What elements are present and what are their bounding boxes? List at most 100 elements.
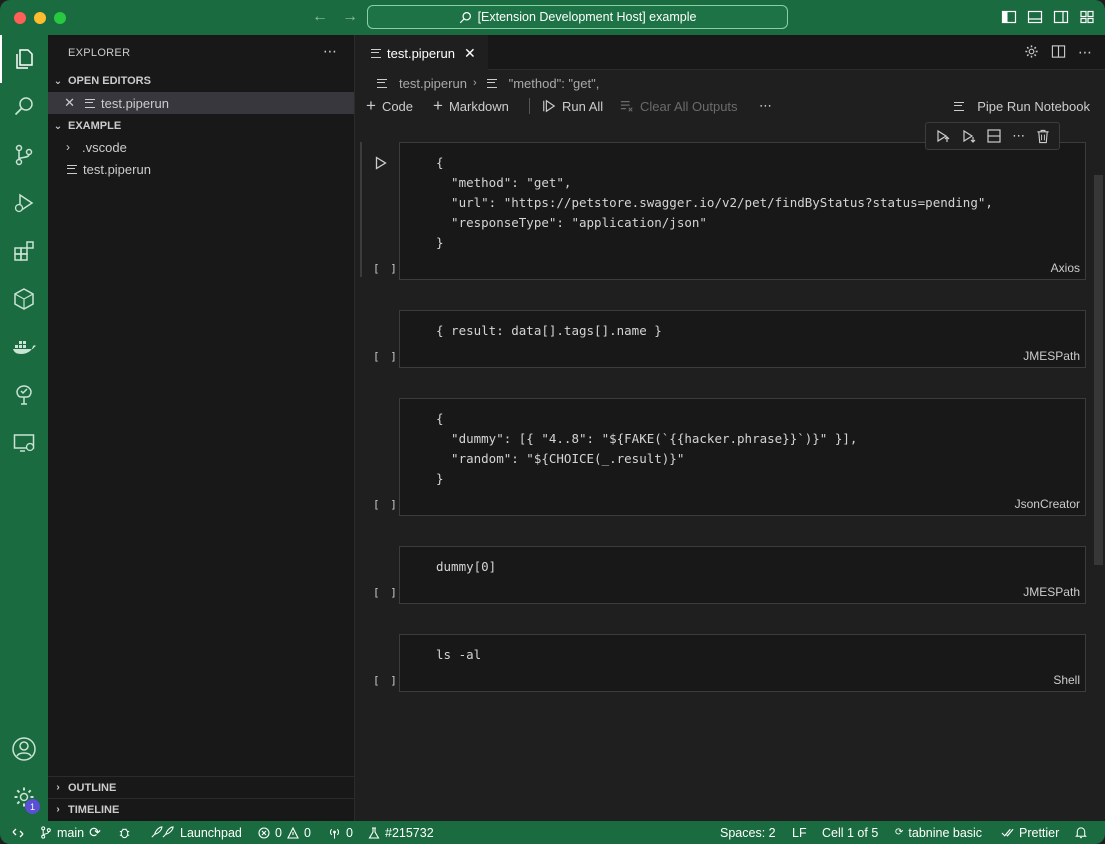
cell-editor[interactable]: dummy[0] JMESPath xyxy=(399,546,1086,604)
open-editor-item[interactable]: ✕ test.piperun xyxy=(48,92,354,114)
run-cell-button[interactable] xyxy=(375,156,387,170)
notebook-cell-3[interactable]: [ ] { "dummy": [{ "4..8": "${FAKE(`{{hac… xyxy=(355,398,1105,516)
execution-count: [ ] xyxy=(373,350,399,363)
git-graph-status[interactable] xyxy=(118,821,131,844)
tree-item-vscode[interactable]: › .vscode xyxy=(48,136,354,158)
prettier-status[interactable]: Prettier xyxy=(1001,821,1059,844)
cell-code[interactable]: dummy[0] xyxy=(436,557,496,577)
navigation-arrows: ← → xyxy=(312,8,358,26)
toggle-primary-sidebar-icon[interactable] xyxy=(1001,9,1017,25)
cell-language-label[interactable]: JMESPath xyxy=(1023,349,1080,363)
cell-code[interactable]: ls -al xyxy=(436,645,481,665)
problems-status[interactable]: 0 0 xyxy=(258,821,311,844)
window-controls xyxy=(14,12,66,24)
more-actions-icon[interactable]: ⋯ xyxy=(1078,44,1093,61)
more-actions-icon[interactable]: ⋯ xyxy=(1012,128,1026,144)
add-markdown-cell-button[interactable]: + Markdown xyxy=(433,95,509,117)
split-cell-icon[interactable] xyxy=(986,128,1002,144)
kernel-picker[interactable]: Pipe Run Notebook xyxy=(954,95,1090,117)
split-editor-icon[interactable] xyxy=(1051,44,1066,61)
editor-scrollbar[interactable] xyxy=(1094,175,1103,565)
command-center[interactable]: [Extension Development Host] example xyxy=(367,5,788,29)
tree-item-test-piperun[interactable]: test.piperun xyxy=(48,158,354,180)
execution-count: [ ] xyxy=(373,674,399,687)
close-window-button[interactable] xyxy=(14,12,26,24)
minimize-window-button[interactable] xyxy=(34,12,46,24)
more-actions-icon[interactable]: ⋯ xyxy=(759,95,773,117)
chevron-down-icon: ⌄ xyxy=(53,120,63,132)
outline-header[interactable]: › OUTLINE xyxy=(48,776,354,798)
cell-editor[interactable]: ls -al Shell xyxy=(399,634,1086,692)
clear-all-outputs-button[interactable]: Clear All Outputs xyxy=(620,95,738,117)
cell-position-status[interactable]: Cell 1 of 5 xyxy=(822,821,878,844)
tabnine-status[interactable]: ⟳ tabnine basic xyxy=(895,821,982,844)
close-tab-icon[interactable]: ✕ xyxy=(464,45,476,62)
remote-indicator[interactable] xyxy=(12,821,24,844)
search-activity[interactable] xyxy=(0,83,48,131)
remote-icon xyxy=(12,827,24,839)
manage-activity[interactable]: 1 xyxy=(0,773,48,821)
prettier-label: Prettier xyxy=(1019,825,1060,840)
cell-editor[interactable]: { "dummy": [{ "4..8": "${FAKE(`{{hacker.… xyxy=(399,398,1086,516)
breadcrumb-symbol[interactable]: "method": "get", xyxy=(509,76,600,91)
toggle-secondary-sidebar-icon[interactable] xyxy=(1053,9,1069,25)
extensions-activity[interactable] xyxy=(0,227,48,275)
run-all-button[interactable]: Run All xyxy=(542,95,603,117)
double-check-icon xyxy=(1001,828,1014,838)
cell-code[interactable]: { result: data[].tags[].name } xyxy=(436,321,662,341)
toggle-panel-icon[interactable] xyxy=(1027,9,1043,25)
launchpad-status[interactable]: Launchpad xyxy=(149,821,242,844)
workspace-header[interactable]: ⌄ EXAMPLE xyxy=(48,115,354,137)
branch-status[interactable]: main ⟳ xyxy=(40,821,101,844)
breadcrumb-file[interactable]: test.piperun xyxy=(399,76,467,91)
open-editors-header[interactable]: ⌄ OPEN EDITORS xyxy=(48,70,354,92)
chevron-down-icon: ⌄ xyxy=(53,75,63,87)
notebook-cell-2[interactable]: [ ] { result: data[].tags[].name } JMESP… xyxy=(355,310,1105,368)
timeline-header[interactable]: › TIMELINE xyxy=(48,798,354,820)
chevron-right-icon: › xyxy=(56,804,60,815)
docker-icon xyxy=(11,335,37,359)
more-actions-icon[interactable]: ⋯ xyxy=(323,43,338,60)
notebook-cell-1[interactable]: [ ] { "method": "get", "url": "https://p… xyxy=(355,142,1105,280)
execute-below-icon[interactable] xyxy=(961,128,977,144)
remote-activity[interactable] xyxy=(0,419,48,467)
trash-icon[interactable] xyxy=(1036,129,1050,144)
back-arrow-icon[interactable]: ← xyxy=(312,8,328,26)
run-debug-activity[interactable] xyxy=(0,179,48,227)
tab-test-piperun[interactable]: test.piperun ✕ xyxy=(355,35,488,70)
cell-editor[interactable]: { "method": "get", "url": "https://petst… xyxy=(399,142,1086,280)
code-line: { xyxy=(436,155,444,170)
add-code-cell-button[interactable]: + Code xyxy=(366,95,413,117)
notebook-icon xyxy=(954,101,965,111)
cell-language-label[interactable]: Axios xyxy=(1051,261,1080,275)
notifications-status[interactable] xyxy=(1075,821,1087,844)
close-icon[interactable]: ✕ xyxy=(48,95,75,111)
explorer-activity[interactable] xyxy=(0,35,48,83)
ports-status[interactable]: 0 xyxy=(328,821,353,844)
cell-code[interactable]: { "method": "get", "url": "https://petst… xyxy=(436,153,993,253)
cell-editor[interactable]: { result: data[].tags[].name } JMESPath xyxy=(399,310,1086,368)
issue-status[interactable]: #215732 xyxy=(368,821,434,844)
cell-language-label[interactable]: JMESPath xyxy=(1023,585,1080,599)
accounts-activity[interactable] xyxy=(0,725,48,773)
docker-activity[interactable] xyxy=(0,323,48,371)
eol-status[interactable]: LF xyxy=(792,821,807,844)
cell-language-label[interactable]: JsonCreator xyxy=(1015,497,1080,511)
sync-icon[interactable]: ⟳ xyxy=(89,824,101,841)
activity-bar: 1 xyxy=(0,35,48,821)
gear-icon[interactable] xyxy=(1024,44,1039,61)
source-control-activity[interactable] xyxy=(0,131,48,179)
maximize-window-button[interactable] xyxy=(54,12,66,24)
notebook-cell-5[interactable]: [ ] ls -al Shell xyxy=(355,634,1105,692)
execution-count: [ ] xyxy=(373,262,399,275)
forward-arrow-icon[interactable]: → xyxy=(342,8,358,26)
remote-explorer-activity[interactable] xyxy=(0,275,48,323)
customize-layout-icon[interactable] xyxy=(1079,9,1095,25)
cell-language-label[interactable]: Shell xyxy=(1053,673,1080,687)
execute-above-icon[interactable] xyxy=(935,128,951,144)
indentation-status[interactable]: Spaces: 2 xyxy=(720,821,776,844)
notebook-cell-4[interactable]: [ ] dummy[0] JMESPath xyxy=(355,546,1105,604)
cell-code[interactable]: { "dummy": [{ "4..8": "${FAKE(`{{hacker.… xyxy=(436,409,857,489)
notebook-toolbar: + Code + Markdown Run All Clear All Outp… xyxy=(355,95,1105,117)
testing-activity[interactable] xyxy=(0,371,48,419)
